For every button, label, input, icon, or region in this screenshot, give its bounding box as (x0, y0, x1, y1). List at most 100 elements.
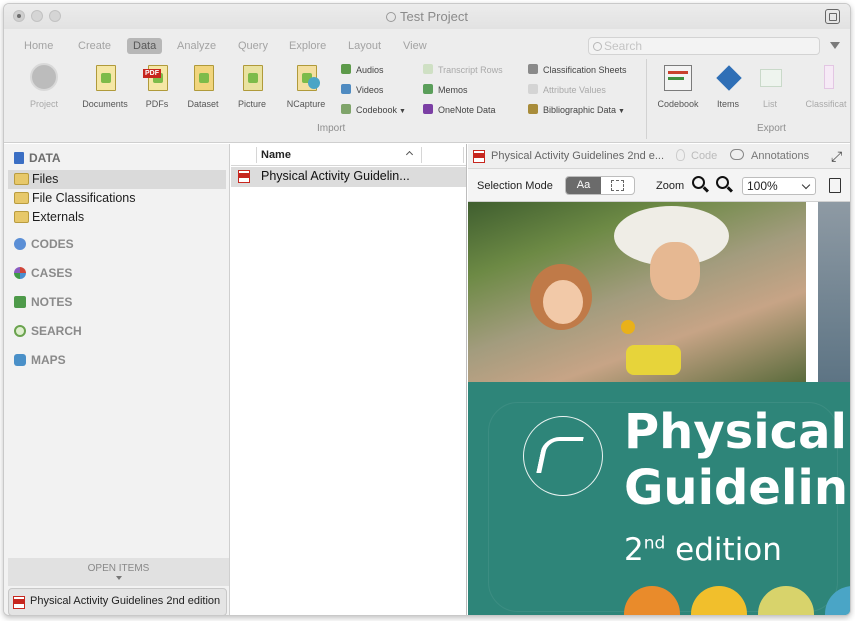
audios-button[interactable]: Audios (341, 64, 384, 75)
column-name-header[interactable]: Name (261, 149, 291, 161)
text-mode-label: Aa (576, 179, 591, 191)
dataset-label: Dataset (187, 99, 219, 109)
transcript-rows-label: Transcript Rows (438, 65, 503, 75)
memos-button[interactable]: Memos (423, 84, 468, 95)
code-icon (676, 149, 685, 161)
search-icon (593, 42, 602, 51)
file-list: Name Physical Activity Guidelin... (231, 144, 467, 615)
tab-data[interactable]: Data (127, 38, 163, 54)
window-title-text: Test Project (400, 9, 468, 24)
nav-item-file-classifications-label: File Classifications (32, 191, 136, 205)
codebook-export-button[interactable]: Codebook (656, 63, 700, 109)
tab-layout[interactable]: Layout (342, 38, 387, 54)
bibliographic-data-button[interactable]: Bibliographic Data ▼ (528, 104, 625, 115)
items-icon (714, 63, 742, 93)
tab-home[interactable]: Home (18, 38, 59, 54)
pdfs-button[interactable]: PDF PDFs (142, 63, 172, 109)
open-items-header[interactable]: OPEN ITEMS (8, 558, 229, 586)
memos-label: Memos (438, 85, 468, 95)
videos-button[interactable]: Videos (341, 84, 383, 95)
nav-section-maps[interactable]: MAPS (14, 353, 66, 367)
ncapture-label: NCapture (286, 99, 326, 109)
export-group-label: Export (757, 123, 786, 134)
nav-item-externals[interactable]: Externals (8, 208, 226, 227)
items-label: Items (716, 99, 739, 109)
nav-section-search-label: SEARCH (31, 324, 82, 338)
sort-ascending-icon (405, 150, 414, 159)
attribute-values-button: Attribute Values (528, 84, 606, 95)
classification-sheets-label: Classification Sheets (543, 65, 627, 75)
codebook-import-button[interactable]: Codebook ▼ (341, 104, 406, 115)
dataset-button[interactable]: Dataset (185, 63, 221, 109)
items-button[interactable]: Items (713, 63, 743, 109)
nav-item-externals-label: Externals (32, 210, 85, 224)
tab-query[interactable]: Query (232, 38, 274, 54)
videos-label: Videos (356, 85, 384, 95)
tab-view[interactable]: View (397, 38, 433, 54)
photo-woman-face (650, 242, 700, 300)
viewer-toolbar: Selection Mode Aa Zoom 100% (468, 169, 850, 202)
documents-button[interactable]: Documents (80, 63, 130, 109)
table-row[interactable]: Physical Activity Guidelin... (231, 167, 466, 187)
photo-girl-face (543, 280, 583, 324)
tab-create[interactable]: Create (72, 38, 117, 54)
nav-item-file-classifications[interactable]: File Classifications (8, 189, 226, 208)
fullscreen-icon[interactable] (825, 9, 840, 24)
attribute-values-label: Attribute Values (543, 85, 606, 95)
search-input[interactable]: Search (588, 37, 820, 55)
codes-icon (14, 238, 26, 250)
expand-icon[interactable]: ⤢ (831, 148, 842, 165)
video-icon (341, 84, 351, 94)
transcript-rows-button: Transcript Rows (423, 64, 503, 75)
ncapture-button[interactable]: NCapture (284, 63, 328, 109)
text-selection-mode[interactable]: Aa (566, 177, 601, 194)
cases-icon (14, 267, 26, 279)
nav-section-cases[interactable]: CASES (14, 266, 72, 280)
title-bar: Test Project (4, 4, 850, 29)
picture-button[interactable]: Picture (234, 63, 270, 109)
classification-sheets-button[interactable]: Classification Sheets (528, 64, 627, 75)
codebook-export-label: Codebook (657, 99, 699, 109)
nav-section-cases-label: CASES (31, 266, 73, 280)
pdf-page: Physical Guideline 2nd edition (468, 202, 850, 615)
viewer-doc-title: Physical Activity Guidelines 2nd e... (491, 150, 665, 162)
zoom-out-icon[interactable] (716, 176, 729, 189)
nav-section-codes[interactable]: CODES (14, 237, 74, 251)
ncapture-icon (292, 63, 320, 93)
annotations-icon (730, 149, 744, 160)
nav-section-codes-label: CODES (31, 237, 74, 251)
list-label: List (762, 99, 777, 109)
classification-export-button: Classificat (800, 63, 850, 109)
codebook-small-icon (341, 104, 351, 114)
zoom-value: 100% (747, 179, 778, 193)
cover-title-line2: Guideline (624, 460, 850, 516)
nav-section-notes[interactable]: NOTES (14, 295, 72, 309)
onenote-button[interactable]: OneNote Data (423, 104, 496, 115)
tab-explore[interactable]: Explore (283, 38, 332, 54)
cover-panel: Physical Guideline 2nd edition (468, 382, 850, 615)
list-icon (758, 63, 786, 93)
open-item-tab[interactable]: Physical Activity Guidelines 2nd edition (8, 588, 227, 615)
region-selection-icon[interactable] (611, 180, 624, 191)
zoom-label: Zoom (656, 180, 685, 192)
page-icon[interactable] (829, 178, 841, 193)
cover-title-line1: Physical (624, 404, 847, 460)
selection-mode-toggle[interactable]: Aa (565, 176, 635, 195)
photo-glove (626, 345, 681, 375)
nav-section-data[interactable]: DATA (14, 151, 61, 165)
ribbon-collapse-icon[interactable] (830, 42, 840, 49)
zoom-in-icon[interactable] (692, 176, 705, 189)
edition-word: edition (675, 532, 782, 568)
zoom-select[interactable]: 100% (742, 177, 816, 195)
list-header: Name (231, 144, 466, 166)
tab-analyze[interactable]: Analyze (171, 38, 222, 54)
cover-photo (468, 202, 806, 382)
import-group-label: Import (317, 123, 346, 134)
nav-item-files[interactable]: Files (8, 170, 226, 189)
nav-section-search[interactable]: SEARCH (14, 324, 82, 338)
open-items-label: OPEN ITEMS (87, 563, 150, 574)
annotations-button[interactable]: Annotations (751, 150, 809, 162)
audio-icon (341, 64, 351, 74)
column-divider (463, 147, 464, 163)
search-placeholder: Search (604, 39, 643, 53)
